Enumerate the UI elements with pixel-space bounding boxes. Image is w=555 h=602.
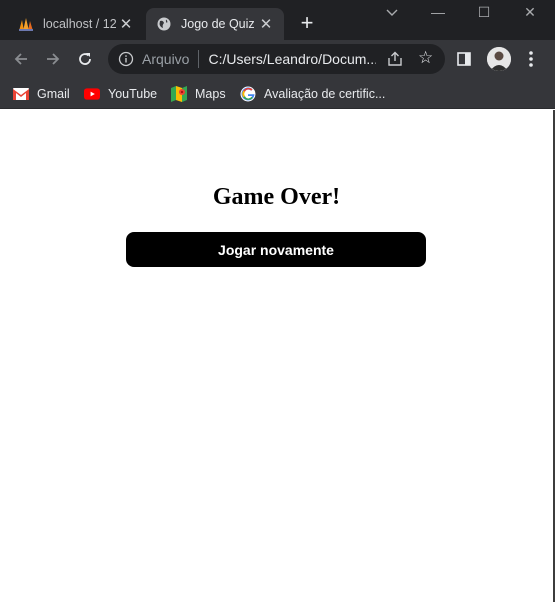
bookmark-maps[interactable]: Maps	[171, 84, 226, 104]
bookmark-label: Gmail	[37, 87, 70, 101]
bookmark-label: Maps	[195, 87, 226, 101]
tab-localhost[interactable]: localhost / 12 ✕	[8, 8, 144, 40]
toolbar: Arquivo C:/Users/Leandro/Docum... ☆	[0, 40, 555, 78]
back-button[interactable]	[10, 48, 32, 70]
url-scheme: Arquivo	[142, 51, 190, 67]
forward-button[interactable]	[42, 48, 64, 70]
bookmark-youtube[interactable]: YouTube	[84, 84, 157, 104]
arrow-left-icon	[14, 53, 27, 65]
tab-title: Jogo de Quiz	[181, 17, 255, 31]
avatar[interactable]	[487, 47, 511, 71]
menu-icon[interactable]	[524, 49, 538, 69]
page-title: Game Over!	[212, 184, 341, 210]
google-icon	[240, 86, 256, 102]
play-again-button[interactable]: Jogar novamente	[126, 232, 426, 267]
bookmark-avaliacao[interactable]: Avaliação de certific...	[240, 84, 385, 104]
minimize-button[interactable]: —	[426, 4, 450, 24]
page-content: Game Over! Jogar novamente	[0, 110, 553, 602]
phpmyadmin-icon	[18, 16, 34, 32]
address-bar[interactable]: Arquivo C:/Users/Leandro/Docum... ☆	[108, 44, 445, 74]
gmail-icon	[13, 86, 29, 102]
maps-icon	[171, 86, 187, 102]
arrow-right-icon	[47, 53, 60, 65]
tab-title: localhost / 12	[43, 17, 116, 31]
close-icon[interactable]: ✕	[116, 15, 136, 33]
bookmark-label: YouTube	[108, 87, 158, 101]
star-icon[interactable]: ☆	[418, 48, 433, 68]
bookmark-gmail[interactable]: Gmail	[13, 84, 70, 104]
bookmarks-bar: Gmail YouTube Maps Avaliação de certific…	[0, 78, 555, 109]
tab-search-icon[interactable]	[380, 4, 404, 24]
side-panel-icon[interactable]	[457, 52, 471, 66]
new-tab-button[interactable]: +	[296, 12, 318, 34]
reload-icon	[79, 53, 91, 65]
info-icon[interactable]	[118, 51, 134, 67]
youtube-icon	[84, 86, 100, 102]
maximize-button[interactable]: ☐	[472, 4, 496, 24]
close-icon[interactable]: ✕	[256, 15, 276, 33]
share-icon[interactable]	[386, 50, 404, 68]
bookmark-label: Avaliação de certific...	[264, 87, 386, 101]
divider	[198, 50, 200, 68]
url-text[interactable]: C:/Users/Leandro/Docum...	[208, 51, 376, 67]
globe-icon	[156, 16, 172, 32]
tab-jogo-de-quiz[interactable]: Jogo de Quiz ✕	[146, 8, 284, 40]
tab-strip: localhost / 12 ✕ Jogo de Quiz ✕ + — ☐ ✕	[0, 0, 555, 40]
window-close-button[interactable]: ✕	[518, 4, 542, 24]
reload-button[interactable]	[74, 48, 96, 70]
